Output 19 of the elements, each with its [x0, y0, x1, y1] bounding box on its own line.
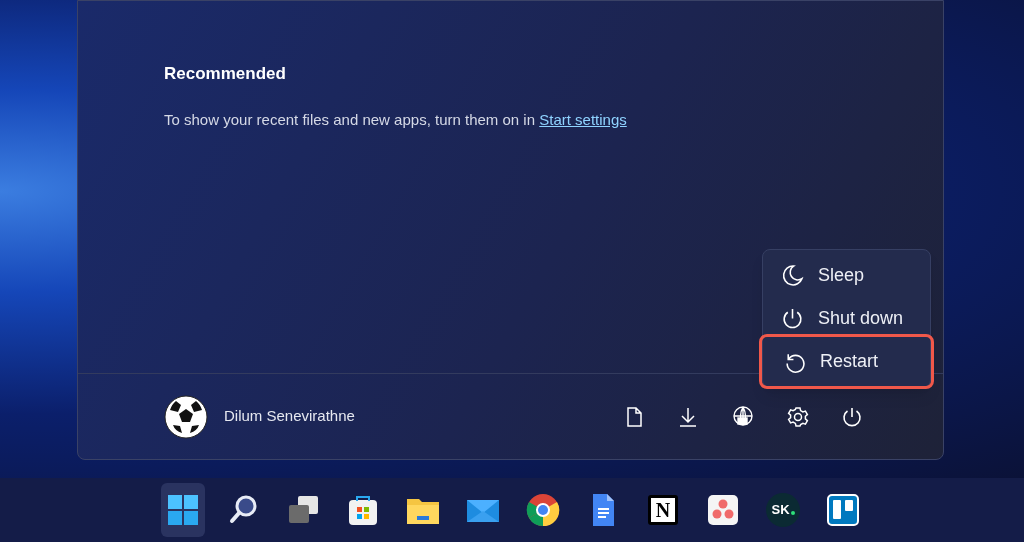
info-text: To show your recent files and new apps, turn them on in Start settings — [164, 109, 628, 130]
power-menu-item[interactable]: Shut down — [763, 297, 930, 340]
board-icon — [824, 491, 862, 529]
taskbar-button[interactable]: N — [641, 483, 685, 537]
moon-icon — [781, 264, 804, 287]
taskbar-button[interactable] — [161, 483, 205, 537]
power-menu-item[interactable]: Sleep — [763, 254, 930, 297]
taskbar-button[interactable]: SK — [761, 483, 805, 537]
power-menu-item[interactable]: Restart — [765, 340, 928, 383]
power-icon[interactable] — [841, 405, 863, 428]
section-heading: Recommended — [164, 63, 287, 85]
user-name[interactable]: Dilum Senevirathne — [224, 405, 355, 428]
download-icon[interactable] — [677, 405, 699, 428]
settings-link[interactable]: Start settings — [539, 110, 627, 128]
chrome-icon — [524, 491, 562, 529]
settings-icon[interactable] — [787, 405, 809, 428]
power-icon — [781, 307, 804, 330]
avatar-icon[interactable] — [164, 394, 208, 439]
globe-icon[interactable] — [731, 405, 755, 428]
